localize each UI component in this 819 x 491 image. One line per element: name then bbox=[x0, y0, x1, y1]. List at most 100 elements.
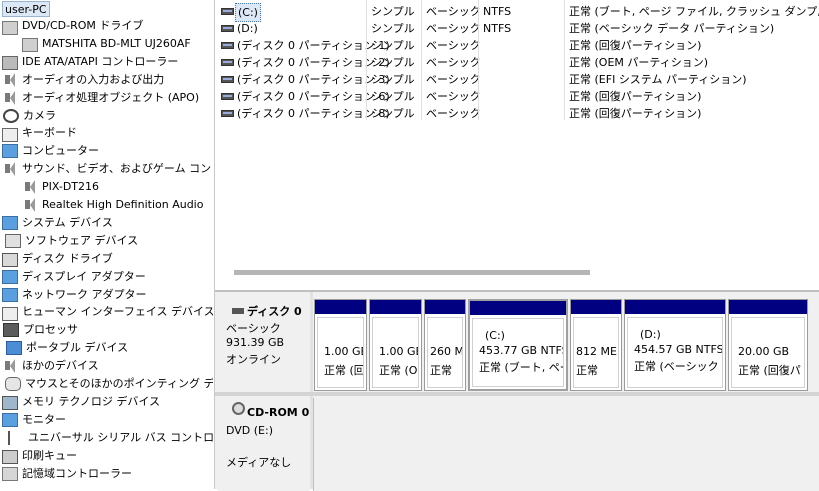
volume-status: 正常 (OEM パーティション) bbox=[569, 56, 709, 69]
tree-item[interactable]: コンピューター bbox=[2, 142, 99, 160]
speaker-icon bbox=[2, 72, 18, 87]
monitor-icon bbox=[2, 215, 18, 230]
volume-row[interactable]: (ディスク 0 パーティション 2) シンプル ベーシック 正常 (OEM パーティシ… bbox=[215, 54, 819, 71]
partition-header-bar bbox=[425, 300, 465, 314]
partition-body: 1.00 GB 正常 (回 bbox=[317, 317, 364, 388]
partition-block[interactable]: (C:) 453.77 GB NTFS 正常 (ブート, ページ bbox=[468, 299, 568, 391]
tree-item[interactable]: サウンド、ビデオ、およびゲーム コントローラー bbox=[2, 160, 213, 178]
tree-item[interactable]: オーディオ処理オブジェクト (APO) bbox=[2, 89, 199, 107]
volume-status: 正常 (ベーシック データ パーティション) bbox=[569, 22, 775, 35]
ide-controller-icon bbox=[2, 56, 18, 71]
partition-block[interactable]: 20.00 GB 正常 (回復パ bbox=[728, 299, 808, 391]
tree-item-label: MATSHITA BD-MLT UJ260AF bbox=[42, 36, 191, 50]
tree-item[interactable]: モニター bbox=[2, 411, 66, 429]
partition-body: 260 M 正常 bbox=[427, 317, 463, 388]
volume-icon bbox=[221, 76, 234, 83]
tree-item-label: ユニバーサル シリアル バス コントローラー bbox=[28, 430, 213, 444]
cdrom0-media: メディアなし bbox=[226, 456, 292, 469]
horizontal-scrollbar-thumb[interactable] bbox=[234, 270, 590, 275]
tree-item-label: システム デバイス bbox=[22, 215, 113, 229]
speaker-icon bbox=[2, 90, 18, 105]
tree-item[interactable]: 記憶域コントローラー bbox=[2, 465, 132, 483]
tree-item-label: IDE ATA/ATAPI コントローラー bbox=[22, 54, 179, 68]
storage-controller-icon bbox=[2, 466, 18, 481]
tree-item[interactable]: ディスプレイ アダプター bbox=[2, 268, 146, 286]
tree-item[interactable]: 印刷キュー bbox=[2, 447, 77, 465]
monitor-icon bbox=[2, 412, 18, 427]
volume-row[interactable]: (ディスク 0 パーティション 8) シンプル ベーシック 正常 (回復パーティション… bbox=[215, 105, 819, 122]
volume-row[interactable]: (ディスク 0 パーティション 1) シンプル ベーシック 正常 (回復パーティション… bbox=[215, 37, 819, 54]
tree-item[interactable]: MATSHITA BD-MLT UJ260AF bbox=[22, 35, 191, 53]
partition-status: 正常 bbox=[576, 364, 598, 377]
device-tree[interactable]: user-PC DVD/CD-ROM ドライブ MATSHITA BD-MLT U… bbox=[0, 0, 213, 489]
speaker-icon bbox=[22, 198, 38, 212]
tree-item-label: ヒューマン インターフェイス デバイス bbox=[22, 305, 213, 319]
tree-item[interactable]: PIX-DT216 bbox=[22, 178, 99, 196]
volume-status: 正常 (回復パーティション) bbox=[569, 107, 702, 120]
partition-block[interactable]: (D:) 454.57 GB NTFS 正常 (ベーシック デ bbox=[624, 299, 726, 391]
volume-name: (D:) bbox=[237, 22, 258, 35]
cdrom0-name: CD-ROM 0 bbox=[247, 406, 310, 419]
partition-header-bar bbox=[625, 300, 725, 314]
disk0-name: ディスク 0 bbox=[247, 305, 302, 318]
partition-block[interactable]: 812 ME 正常 bbox=[570, 299, 622, 391]
tree-item[interactable]: マウスとそのほかのポインティング デバイス bbox=[2, 375, 213, 393]
partition-block[interactable]: 1.00 GB 正常 (O bbox=[369, 299, 422, 391]
partition-block[interactable]: 1.00 GB 正常 (回 bbox=[314, 299, 367, 391]
partition-header-bar bbox=[729, 300, 807, 314]
volume-layout: シンプル bbox=[371, 56, 415, 69]
volume-icon bbox=[221, 42, 234, 49]
tree-item[interactable]: ポータブル デバイス bbox=[2, 339, 128, 357]
volume-layout: シンプル bbox=[371, 107, 415, 120]
volume-status: 正常 (回復パーティション) bbox=[569, 90, 702, 103]
partition-body: 812 ME 正常 bbox=[573, 317, 619, 388]
tree-item[interactable]: Realtek High Definition Audio bbox=[22, 196, 203, 214]
tree-item[interactable]: DVD/CD-ROM ドライブ bbox=[2, 17, 143, 35]
partition-size: 454.57 GB NTFS bbox=[634, 343, 723, 356]
volume-row[interactable]: (C:) シンプル ベーシック NTFS 正常 (ブート, ページ ファイル, クラッシ… bbox=[215, 3, 819, 22]
tree-item[interactable]: ほかのデバイス bbox=[2, 357, 99, 375]
speaker-icon bbox=[2, 359, 18, 374]
volume-row[interactable]: (ディスク 0 パーティション 3) シンプル ベーシック 正常 (EFI システム … bbox=[215, 71, 819, 88]
tree-item[interactable]: カメラ bbox=[2, 107, 56, 125]
cdrom0-area[interactable] bbox=[313, 398, 819, 491]
speaker-icon bbox=[2, 162, 18, 177]
cdrom-icon bbox=[232, 402, 245, 415]
volume-type: ベーシック bbox=[426, 90, 481, 103]
tree-item[interactable]: システム デバイス bbox=[2, 214, 113, 232]
tree-item[interactable]: プロセッサ bbox=[2, 321, 78, 339]
partition-title: (C:) bbox=[485, 329, 505, 342]
partition-status: 正常 (回 bbox=[324, 364, 364, 377]
tree-item-label: メモリ テクノロジ デバイス bbox=[22, 394, 161, 408]
volume-filesystem: NTFS bbox=[483, 5, 512, 18]
tree-item-label: 印刷キュー bbox=[22, 448, 77, 462]
volume-row[interactable]: (ディスク 0 パーティション 6) シンプル ベーシック 正常 (回復パーティション… bbox=[215, 88, 819, 105]
volume-type: ベーシック bbox=[426, 5, 481, 18]
tree-item[interactable]: オーディオの入力および出力 bbox=[2, 71, 164, 89]
tree-item[interactable]: IDE ATA/ATAPI コントローラー bbox=[2, 53, 178, 71]
tree-item[interactable]: ソフトウェア デバイス bbox=[2, 232, 138, 250]
disk-row-divider bbox=[215, 392, 819, 396]
partition-size: 1.00 GB bbox=[379, 345, 419, 358]
keyboard-icon bbox=[2, 128, 18, 143]
tree-item[interactable]: ネットワーク アダプター bbox=[2, 286, 147, 304]
volume-icon bbox=[221, 25, 234, 32]
tree-item-label: DVD/CD-ROM ドライブ bbox=[22, 19, 144, 32]
tree-item-label: モニター bbox=[22, 412, 66, 426]
monitor-icon bbox=[2, 144, 18, 159]
mouse-icon bbox=[5, 377, 21, 391]
partition-block[interactable]: 260 M 正常 bbox=[424, 299, 466, 391]
tree-item[interactable]: キーボード bbox=[2, 124, 77, 143]
volume-list[interactable]: (C:) シンプル ベーシック NTFS 正常 (ブート, ページ ファイル, クラッシ… bbox=[215, 0, 819, 288]
column-divider bbox=[564, 0, 565, 120]
tree-item[interactable]: ユニバーサル シリアル バス コントローラー bbox=[2, 429, 213, 447]
disk0-label[interactable]: ディスク 0 ベーシック 931.39 GB オンライン bbox=[218, 292, 310, 390]
tree-root-computer[interactable]: user-PC bbox=[2, 1, 50, 17]
volume-row[interactable]: (D:) シンプル ベーシック NTFS 正常 (ベーシック データ パーティション) bbox=[215, 20, 819, 37]
tree-item[interactable]: ディスク ドライブ bbox=[2, 250, 113, 268]
volume-icon bbox=[221, 110, 234, 117]
tree-item[interactable]: ヒューマン インターフェイス デバイス bbox=[2, 303, 213, 322]
cdrom0-label[interactable]: CD-ROM 0 DVD (E:) メディアなし bbox=[218, 398, 310, 491]
printer-icon bbox=[2, 450, 18, 465]
tree-item[interactable]: メモリ テクノロジ デバイス bbox=[2, 393, 160, 411]
